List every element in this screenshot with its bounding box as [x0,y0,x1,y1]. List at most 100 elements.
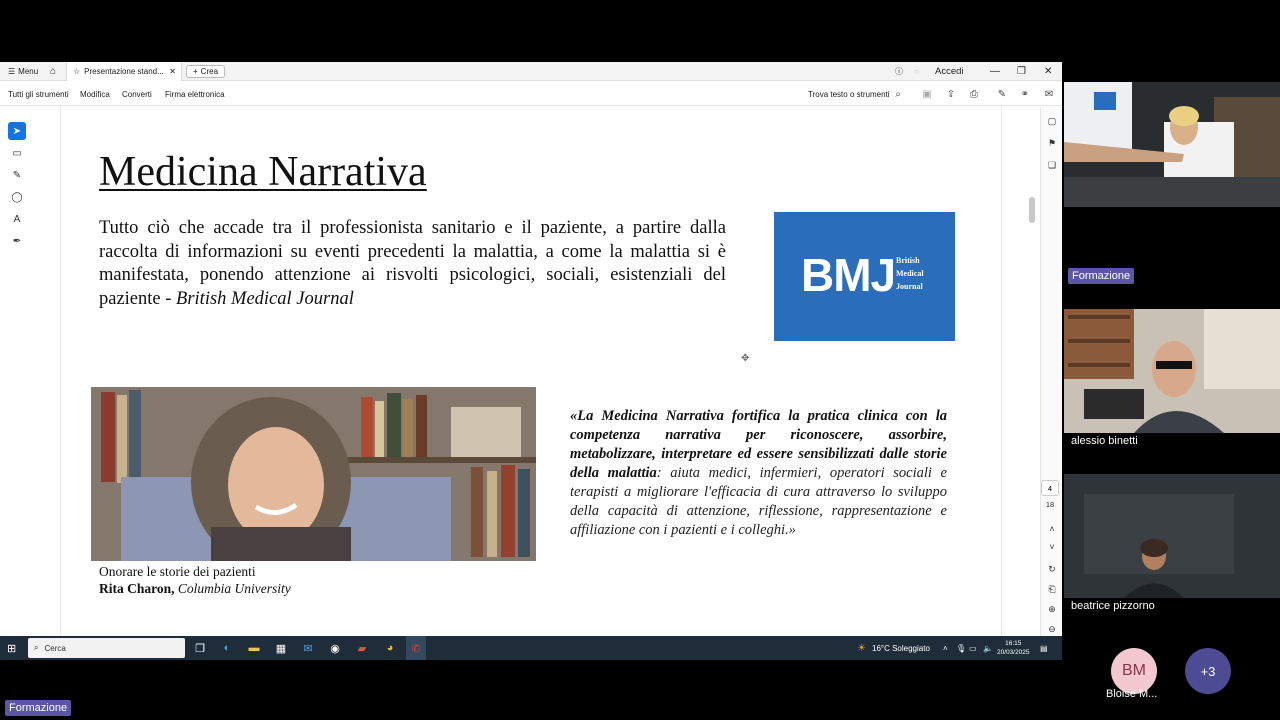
mic-icon[interactable]: 🎙 [956,636,966,660]
bmj-line2: Medical [896,269,924,278]
search-placeholder: Cerca [44,643,66,653]
weather-icon: ☀ [857,642,866,654]
tray-chevron-icon[interactable]: ˄ [943,636,948,660]
bmj-line1: British [896,256,920,265]
bookmark-icon[interactable]: ⚑ [1044,135,1060,151]
clock-date: 20/03/2025 [997,649,1030,656]
ai-assistant-icon[interactable]: ✎ [995,82,1009,106]
pdf-toolbar: Tutti gli strumenti Modifica Converti Fi… [0,82,1062,106]
windows-start-icon[interactable]: ⊞ [7,636,16,660]
store-icon[interactable]: ▦ [271,636,291,660]
sign-icon[interactable]: ✒ [8,232,26,250]
page-number-input[interactable]: 4 [1041,480,1059,496]
mail-app-icon[interactable]: ✉ [298,636,318,660]
more-participants-button[interactable]: +3 [1185,648,1231,694]
credit-affiliation: Columbia University [177,581,291,596]
text-box-icon[interactable]: A [8,210,26,228]
minimize-icon[interactable]: — [990,62,1000,81]
powerpoint-icon[interactable]: ▰ [352,636,372,660]
search-icon[interactable]: ⌕ [891,82,905,106]
new-tab-button[interactable]: + Crea [186,65,226,78]
taskbar-search[interactable]: ⌕ Cerca [28,638,185,658]
upload-icon[interactable]: ⇪ [944,82,958,106]
meeting-stage: ☰ Menu ⌂ ☆ Presentazione stand... ✕ + Cr… [0,0,1280,720]
print-icon[interactable]: ⎙ [967,82,981,106]
scroll-thumb[interactable] [1029,197,1035,223]
photo-caption: Onorare le storie dei pazienti [99,564,256,579]
pages-icon[interactable]: ❏ [1044,157,1060,173]
menu-button[interactable]: ☰ Menu [8,62,38,81]
photo-credit: Rita Charon, Columbia University [99,581,291,597]
page-total: 18 [1045,500,1055,509]
select-cursor-icon[interactable]: ➤ [8,122,26,140]
hamburger-icon: ☰ [8,67,16,76]
search-icon: ⌕ [34,643,39,652]
draw-shape-icon[interactable]: ◯ [8,188,26,206]
participant-tile-beatrice[interactable] [1064,474,1280,598]
restore-icon[interactable]: ❐ [1017,62,1026,81]
edge-icon[interactable]: ◐ [217,636,237,660]
page-down-icon[interactable]: ˅ [1044,539,1060,555]
esign-button[interactable]: Firma elettronica [165,82,225,106]
star-icon: ☆ [73,67,81,76]
help-icon[interactable]: ⓘ [895,62,903,81]
credit-name: Rita Charon, [99,581,175,596]
network-icon[interactable]: ▭ [969,636,977,660]
sync-icon: ○ [914,67,919,76]
close-tab-icon[interactable]: ✕ [169,67,176,76]
volume-icon[interactable]: 🔈 [983,636,993,660]
home-icon[interactable]: ⌂ [50,62,56,81]
move-cursor-icon: ✥ [741,353,750,364]
browser-tab-bar: ☰ Menu ⌂ ☆ Presentazione stand... ✕ + Cr… [0,62,1062,81]
find-tools-input[interactable]: Trova testo o strumenti [808,82,890,106]
tab-document[interactable]: ☆ Presentazione stand... ✕ [66,62,182,81]
portrait-photo [91,387,536,561]
link-icon[interactable]: ⚭ [1018,82,1032,106]
menu-label: Menu [18,67,39,76]
highlight-pen-icon[interactable]: ✎ [8,166,26,184]
comment-icon[interactable]: ▭ [8,144,26,162]
chrome-icon[interactable]: ◕ [380,636,400,660]
presenter-video-tile[interactable] [1064,82,1280,207]
task-view-icon[interactable]: ❒ [190,636,210,660]
participant-tile-alessio[interactable] [1064,309,1280,433]
left-tool-rail: ➤ ▭ ✎ ◯ A ✒ [4,118,28,258]
extract-page-icon[interactable]: ⎗ [1044,581,1060,597]
save-icon[interactable]: ▣ [920,82,934,106]
slide-paragraph: Tutto ciò che accade tra il professionis… [99,217,726,311]
self-badge: Formazione [5,700,72,716]
shared-screen-window: ☰ Menu ⌂ ☆ Presentazione stand... ✕ + Cr… [0,62,1062,660]
mail-icon[interactable]: ✉ [1042,82,1056,106]
tab-title: Presentazione stand... [84,67,164,76]
plus-icon: + [193,67,198,76]
convert-button[interactable]: Converti [122,82,152,106]
zoom-in-icon[interactable]: ⊕ [1044,601,1060,617]
notifications-icon[interactable]: ▤ [1040,636,1048,660]
edit-button[interactable]: Modifica [80,82,110,106]
file-explorer-icon[interactable]: ▬ [244,636,264,660]
media-player-icon[interactable]: ◉ [325,636,345,660]
signin-button[interactable]: Accedi [935,62,964,81]
rotate-icon[interactable]: ↻ [1044,561,1060,577]
slide-quote: «La Medicina Narrativa fortifica la prat… [570,407,947,540]
all-tools-button[interactable]: Tutti gli strumenti [8,82,69,106]
vertical-scrollbar[interactable] [1026,107,1038,637]
participant-name-beatrice: beatrice pizzorno [1071,600,1155,612]
zoom-out-icon[interactable]: ⊖ [1044,621,1060,637]
participant-name-alessio: alessio binetti [1071,435,1138,447]
weather-text[interactable]: 16°C Soleggiato [872,636,930,660]
bmj-logo: BMJ British Medical Journal [774,212,955,341]
close-window-icon[interactable]: ✕ [1044,62,1052,81]
clock-time: 16:15 [1005,640,1022,647]
paragraph-source: British Medical Journal [176,288,354,309]
clock[interactable]: 16:15 20/03/2025 [997,636,1030,660]
new-tab-label: Crea [200,67,219,76]
right-tool-rail: ▢ ⚑ ❏ ˄ ˅ ↻ ⎗ ⊕ ⊖ [1040,107,1062,660]
acrobat-icon[interactable]: ✆ [406,636,426,660]
bmj-subtitle: British Medical Journal [896,254,924,293]
presenter-badge: Formazione [1068,268,1135,284]
bmj-letters: BMJ [801,249,896,301]
page-up-icon[interactable]: ˄ [1044,521,1060,537]
bmj-line3: Journal [896,282,923,291]
comments-panel-icon[interactable]: ▢ [1044,113,1060,129]
